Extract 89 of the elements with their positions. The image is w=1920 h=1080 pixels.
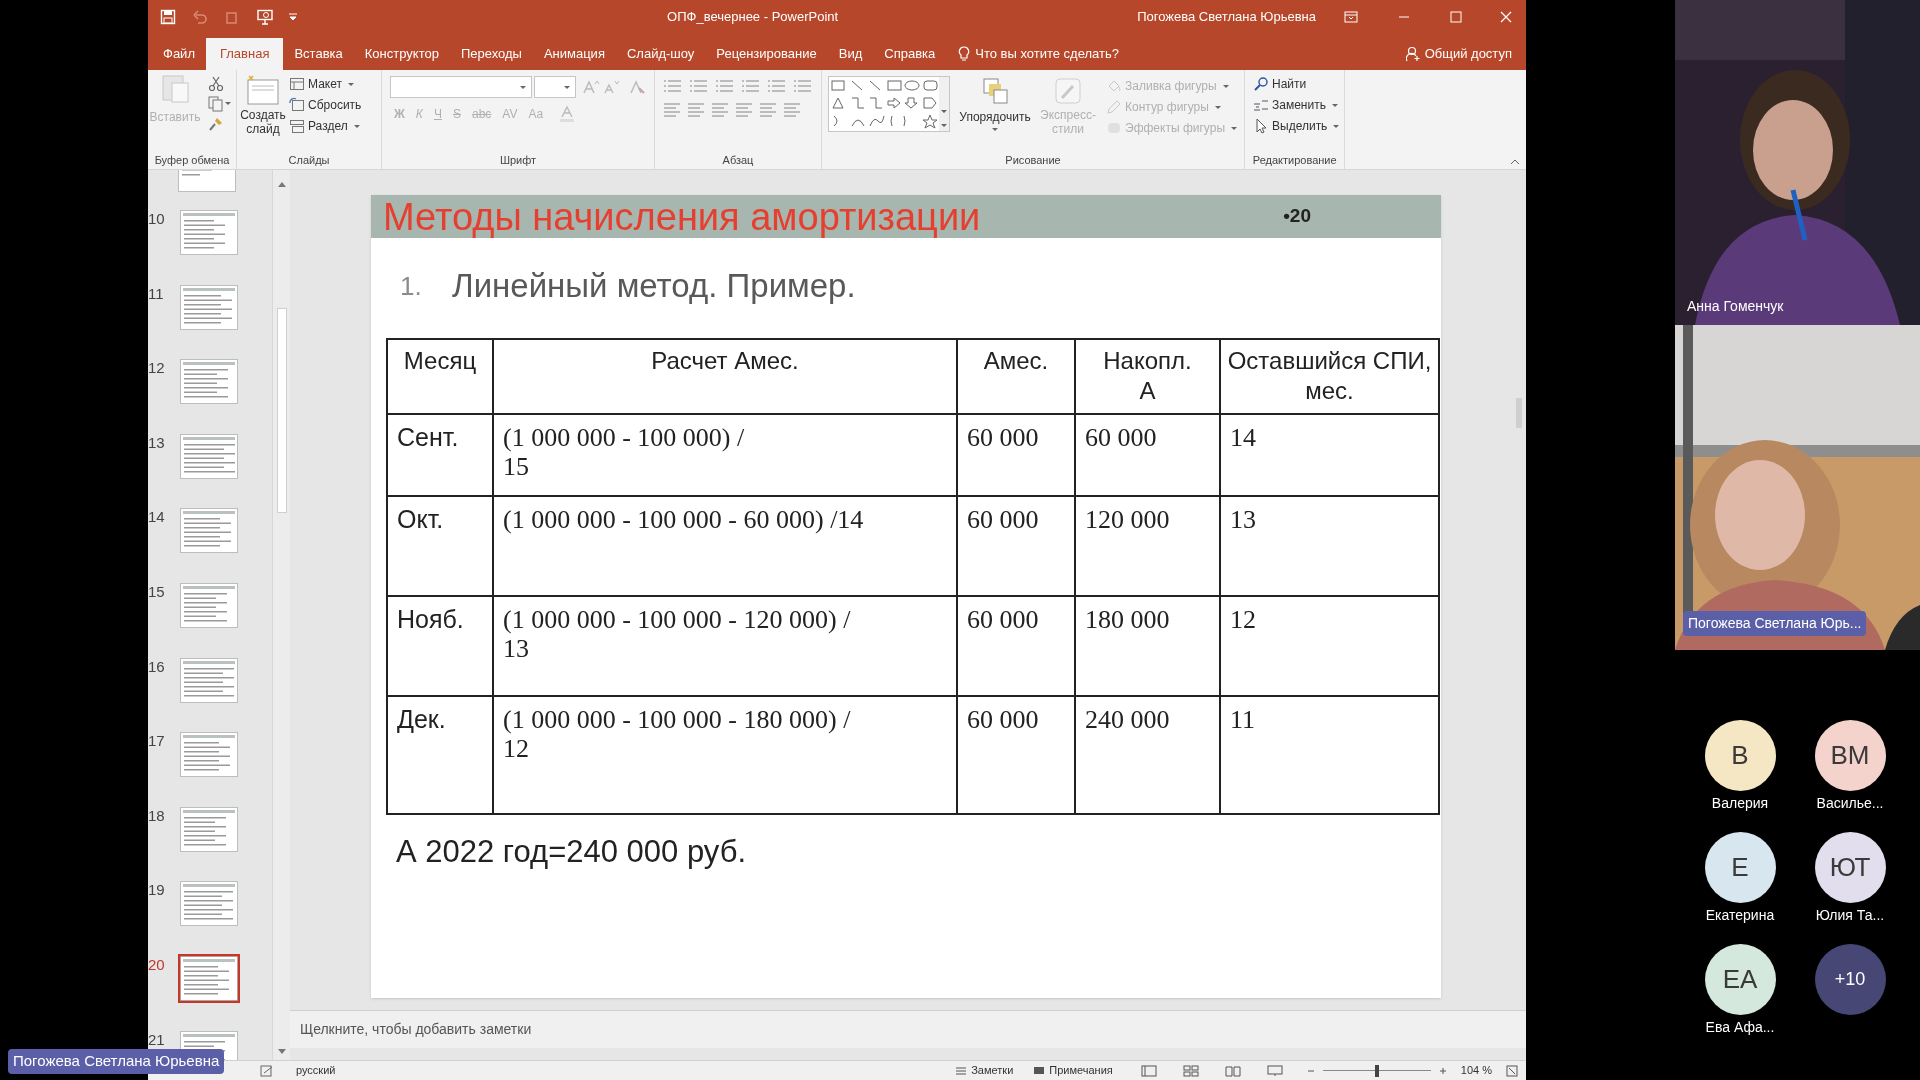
table-cell: 60 000 [957, 496, 1075, 596]
table-cell: (1 000 000 - 100 000 - 180 000) / 12 [493, 696, 957, 814]
table-cell: (1 000 000 - 100 000 - 60 000) /14 [493, 496, 957, 596]
table-cell: 60 000 [957, 414, 1075, 496]
slide-number: 18 [148, 805, 166, 826]
table-cell: Нояб. [387, 596, 493, 696]
participant-name: Погожева Светлана Юрь... [1683, 611, 1867, 636]
slide-number: 21 [148, 1029, 166, 1050]
table-cell: 60 000 [957, 596, 1075, 696]
table-cell: 13 [1220, 496, 1439, 596]
slide-number: 20 [148, 954, 166, 975]
user-name: Погожева Светлана Юрьевна [1137, 8, 1316, 27]
table-cell: 60 000 [1075, 414, 1220, 496]
command-button[interactable]: Макет [289, 74, 362, 94]
slide-number: 13 [148, 432, 166, 453]
participant-name: Юлия Та... [1815, 906, 1885, 925]
participant-name: Анна Гоменчук [1687, 297, 1784, 316]
slide-number: 15 [148, 581, 166, 602]
ribbon-tab[interactable]: Главная [205, 38, 284, 70]
command-button[interactable]: Выделить [1253, 116, 1341, 136]
table-cell: 12 [1220, 596, 1439, 696]
table-cell: 60 000 [957, 696, 1075, 814]
command-button[interactable]: Сбросить [289, 95, 362, 115]
slide-number: 19 [148, 880, 166, 901]
more-participants-button[interactable]: +10 [1814, 944, 1886, 1015]
ribbon-tab[interactable]: Конструктор [353, 38, 450, 70]
group-label: Слайды [288, 152, 330, 168]
language-indicator[interactable]: русский [296, 1062, 336, 1079]
participant-name: Валерия [1711, 794, 1769, 813]
window-title: ОПФ_вечернее - PowerPoint [667, 8, 839, 27]
slide-subtitle: Линейный метод. Пример. [452, 266, 856, 307]
slide-number: 10 [148, 209, 166, 229]
avatar[interactable]: ЕА [1704, 944, 1776, 1015]
avatar[interactable]: В [1704, 720, 1776, 791]
group-label: Редактирование [1252, 152, 1337, 168]
table-cell: 120 000 [1075, 496, 1220, 596]
table-cell: 11 [1220, 696, 1439, 814]
slide-footer-text: А 2022 год=240 000 руб. [396, 834, 747, 869]
tell-me-search[interactable]: Что вы хотите сделать? [975, 44, 1119, 64]
notes-field[interactable]: Щелкните, чтобы добавить заметки [300, 1019, 532, 1040]
slide-number: 16 [148, 656, 166, 677]
ribbon-tab[interactable]: Файл [152, 38, 206, 70]
participant-name: Ева Афа... [1705, 1018, 1775, 1037]
slide-number: 17 [148, 731, 166, 752]
table-cell: Окт. [387, 496, 493, 596]
column-header: Оставшийся СПИ, мес. [1220, 339, 1439, 414]
notes-button[interactable]: Заметки [971, 1062, 1014, 1079]
avatar[interactable]: ЮТ [1814, 832, 1886, 903]
presenter-name-label: Погожева Светлана Юрьевна [8, 1049, 225, 1074]
table-cell: 240 000 [1075, 696, 1220, 814]
table-cell: Дек. [387, 696, 493, 814]
command-button[interactable]: Раздел [289, 116, 362, 136]
command-button[interactable]: Найти [1253, 74, 1341, 94]
participant-name: Василье... [1816, 794, 1884, 813]
arrange-button[interactable]: Упорядочить [960, 76, 1030, 151]
avatar[interactable]: ВМ [1814, 720, 1886, 791]
group-label: Буфер обмена [154, 152, 230, 168]
ribbon-tab[interactable]: Анимация [532, 38, 616, 70]
list-number: 1. [400, 269, 423, 303]
slide-number: •20 [1283, 204, 1311, 229]
slide-number: 11 [148, 283, 165, 304]
slide-number: 12 [148, 358, 166, 379]
ribbon-tab[interactable]: Вставка [283, 38, 354, 70]
slide-title: Методы начисления амортизации [383, 197, 981, 236]
avatar[interactable]: Е [1704, 832, 1776, 903]
ribbon-tab[interactable]: Слайд-шоу [615, 38, 706, 70]
table-cell: (1 000 000 - 100 000) / 15 [493, 414, 957, 496]
ribbon-tab[interactable]: Справка [873, 38, 947, 70]
ribbon-tab[interactable]: Вид [827, 38, 874, 70]
column-header: Месяц [387, 339, 493, 414]
participant-name: Екатерина [1705, 906, 1775, 925]
table-cell: 14 [1220, 414, 1439, 496]
column-header: Расчет Амес. [493, 339, 957, 414]
table-cell: 180 000 [1075, 596, 1220, 696]
slide-number: 14 [148, 507, 166, 528]
column-header: Накопл. А [1075, 339, 1220, 414]
ribbon-tab[interactable]: Рецензирование [705, 38, 828, 70]
table-cell: (1 000 000 - 100 000 - 120 000) / 13 [493, 596, 957, 696]
group-label: Абзац [722, 152, 754, 168]
column-header: Амес. [957, 339, 1075, 414]
table-cell: Сент. [387, 414, 493, 496]
ribbon-tab[interactable]: Переходы [449, 38, 533, 70]
comments-button[interactable]: Примечания [1049, 1062, 1113, 1079]
zoom-level[interactable]: 104 % [1460, 1062, 1492, 1079]
share-button[interactable]: Общий доступ [1424, 44, 1512, 64]
new-slide-button[interactable]: Создать слайд [241, 74, 285, 151]
group-label: Шрифт [499, 152, 537, 168]
command-button[interactable]: Заменить [1253, 95, 1341, 115]
group-label: Рисование [1005, 152, 1061, 168]
